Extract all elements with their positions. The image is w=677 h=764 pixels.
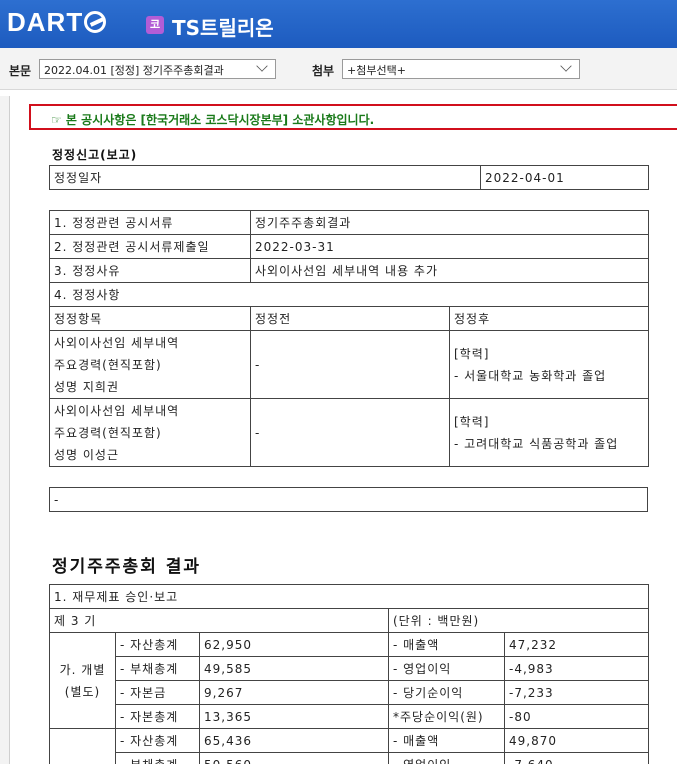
item-line: 주요경력(현직포함)	[54, 357, 162, 372]
group-label-line: (별도)	[64, 684, 101, 699]
attach-select[interactable]: +첨부선택+	[342, 59, 580, 79]
metric-name: - 영업이익	[388, 656, 505, 681]
metric-value: 49,870	[504, 728, 649, 753]
app-header: DART 코 TS트릴리온	[0, 0, 677, 48]
item4-label: 4. 정정사항	[49, 282, 649, 307]
note-table: -	[49, 487, 648, 512]
section-label: 1. 재무제표 승인·보고	[49, 584, 649, 609]
body-select[interactable]: 2022.04.01 [정정] 정기주주총회결과	[39, 59, 276, 79]
after-line: [학력]	[454, 346, 490, 361]
notice-box: ☞ 본 공시사항은 [한국거래소 코스닥시장본부] 소관사항입니다.	[29, 104, 677, 130]
metric-name: - 매출액	[388, 728, 505, 753]
metric-value: 47,232	[504, 632, 649, 657]
table-row: 사외이사선임 세부내역 주요경력(현직포함) 성명 이성근 - [학력] - 고…	[49, 398, 649, 467]
metric-value: -80	[504, 704, 649, 729]
note-cell: -	[49, 487, 648, 512]
group-label	[49, 728, 116, 764]
row-value: 정기주주총회결과	[250, 210, 649, 235]
correction-detail-table: 1. 정정관련 공시서류 정기주주총회결과 2. 정정관련 공시서류제출일 20…	[49, 210, 649, 467]
metric-name: - 자산총계	[115, 632, 200, 657]
table-row: 1. 정정관련 공시서류 정기주주총회결과	[49, 210, 649, 235]
correction-date-table: 정정일자 2022-04-01	[49, 165, 649, 190]
item-line: 사외이사선임 세부내역	[54, 403, 180, 418]
logo-mark-icon	[84, 11, 107, 33]
table-row: - 부채총계 50,560 - 영업이익 -7,640	[50, 752, 649, 764]
metric-value: 13,365	[199, 704, 389, 729]
metric-value: -4,983	[504, 656, 649, 681]
document-scroll-edge	[0, 96, 10, 764]
group-label-line: 가. 개별	[59, 662, 106, 677]
chevron-down-icon	[256, 60, 268, 72]
table-row: 가. 개별 (별도) - 자산총계 62,950 - 매출액 47,232	[49, 632, 649, 729]
notice-text: ☞ 본 공시사항은 [한국거래소 코스닥시장본부] 소관사항입니다.	[51, 113, 375, 127]
item-line: 성명 이성근	[54, 447, 120, 462]
row-key: 1. 정정관련 공시서류	[49, 210, 251, 235]
table-row: 제 3 기 (단위 : 백만원)	[49, 608, 649, 633]
group-label: 가. 개별 (별도)	[49, 632, 116, 729]
row-value: 사외이사선임 세부내역 내용 추가	[250, 258, 649, 283]
table-row: 4. 정정사항	[49, 282, 649, 307]
metric-value: 62,950	[199, 632, 389, 657]
metric-value: -7,640	[504, 752, 649, 764]
metric-name: - 자본총계	[115, 704, 200, 729]
table-row: 사외이사선임 세부내역 주요경력(현직포함) 성명 지희권 - [학력] - 서…	[49, 330, 649, 399]
metric-name: - 자산총계	[115, 728, 200, 753]
metric-name: - 매출액	[388, 632, 505, 657]
correction-title: 정정신고(보고)	[52, 148, 138, 162]
table-row: 1. 재무제표 승인·보고	[49, 584, 649, 609]
metric-value: 50,560	[199, 752, 389, 764]
item-cell: 사외이사선임 세부내역 주요경력(현직포함) 성명 이성근	[49, 398, 251, 467]
metric-name: *주당순이익(원)	[388, 704, 505, 729]
date-value: 2022-04-01	[480, 165, 649, 190]
body-select-value: 2022.04.01 [정정] 정기주주총회결과	[44, 64, 224, 77]
unit-label: (단위 : 백만원)	[388, 608, 649, 633]
col-header: 정정전	[250, 306, 450, 331]
metric-name: - 자본금	[115, 680, 200, 705]
toolbar: 본문 2022.04.01 [정정] 정기주주총회결과 첨부 +첨부선택+	[0, 48, 677, 90]
table-row: - 자본금 9,267 - 당기순이익 -7,233	[50, 680, 649, 705]
date-label: 정정일자	[49, 165, 481, 190]
metric-value: 65,436	[199, 728, 389, 753]
body-label: 본문	[9, 64, 32, 78]
row-value: 2022-03-31	[250, 234, 649, 259]
financial-table: 1. 재무제표 승인·보고 제 3 기 (단위 : 백만원) 가. 개별 (별도…	[49, 584, 649, 764]
item-line: 사외이사선임 세부내역	[54, 335, 180, 350]
metric-value: 9,267	[199, 680, 389, 705]
row-key: 3. 정정사유	[49, 258, 251, 283]
metric-name: - 당기순이익	[388, 680, 505, 705]
metric-name: - 부채총계	[115, 656, 200, 681]
after-cell: [학력] - 서울대학교 농화학과 졸업	[449, 330, 649, 399]
after-cell: [학력] - 고려대학교 식품공학과 졸업	[449, 398, 649, 467]
metric-value: 49,585	[199, 656, 389, 681]
table-row: 3. 정정사유 사외이사선임 세부내역 내용 추가	[49, 258, 649, 283]
before-cell: -	[250, 398, 450, 467]
after-line: - 고려대학교 식품공학과 졸업	[454, 436, 619, 451]
table-row: 2. 정정관련 공시서류제출일 2022-03-31	[49, 234, 649, 259]
item-cell: 사외이사선임 세부내역 주요경력(현직포함) 성명 지희권	[49, 330, 251, 399]
after-line: - 서울대학교 농화학과 졸업	[454, 368, 607, 383]
period-label: 제 3 기	[49, 608, 389, 633]
col-header: 정정후	[449, 306, 649, 331]
table-header-row: 정정항목 정정전 정정후	[49, 306, 649, 331]
chevron-down-icon	[560, 60, 572, 72]
market-badge: 코	[146, 16, 164, 34]
attach-label: 첨부	[312, 64, 335, 78]
table-row: - 부채총계 49,585 - 영업이익 -4,983	[50, 656, 649, 681]
dart-logo[interactable]: DART	[7, 7, 107, 38]
before-cell: -	[250, 330, 450, 399]
col-header: 정정항목	[49, 306, 251, 331]
metric-value: -7,233	[504, 680, 649, 705]
table-row: - 자본총계 13,365 *주당순이익(원) -80	[50, 704, 649, 729]
row-key: 2. 정정관련 공시서류제출일	[49, 234, 251, 259]
after-line: [학력]	[454, 414, 490, 429]
company-name: TS트릴리온	[172, 16, 274, 40]
item-line: 주요경력(현직포함)	[54, 425, 162, 440]
item-line: 성명 지희권	[54, 379, 120, 394]
attach-select-value: +첨부선택+	[347, 64, 406, 77]
metric-name: - 부채총계	[115, 752, 200, 764]
table-row: - 자산총계 65,436 - 매출액 49,870	[49, 728, 649, 764]
metric-name: - 영업이익	[388, 752, 505, 764]
meeting-result-title: 정기주주총회 결과	[52, 557, 202, 577]
